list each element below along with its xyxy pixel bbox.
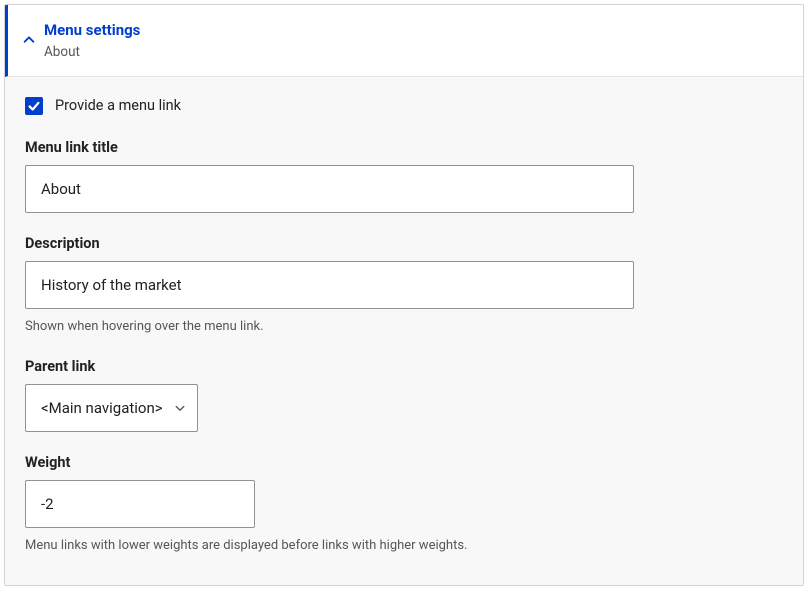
description-input[interactable] [25,261,634,309]
provide-menu-link-checkbox[interactable] [25,97,43,115]
provide-menu-link-row: Provide a menu link [25,97,783,115]
description-field: Description Shown when hovering over the… [25,235,783,336]
parent-link-select[interactable]: <Main navigation> [25,384,198,432]
menu-link-title-field: Menu link title [25,139,783,213]
chevron-up-icon [22,33,36,47]
weight-input[interactable] [25,480,255,528]
panel-body: Provide a menu link Menu link title Desc… [5,77,803,585]
menu-link-title-label: Menu link title [25,139,783,156]
panel-title: Menu settings [44,21,140,41]
panel-subtitle: About [44,44,140,60]
menu-link-title-input[interactable] [25,165,634,213]
provide-menu-link-label: Provide a menu link [55,97,181,114]
panel-header[interactable]: Menu settings About [5,5,803,77]
description-label: Description [25,235,783,252]
header-text: Menu settings About [44,21,140,60]
parent-link-select-wrap: <Main navigation> [25,384,198,432]
parent-link-field: Parent link <Main navigation> [25,358,783,432]
weight-field: Weight Menu links with lower weights are… [25,454,783,555]
weight-label: Weight [25,454,783,471]
weight-help: Menu links with lower weights are displa… [25,537,783,555]
menu-settings-panel: Menu settings About Provide a menu link … [4,4,804,586]
parent-link-label: Parent link [25,358,783,375]
description-help: Shown when hovering over the menu link. [25,318,783,336]
